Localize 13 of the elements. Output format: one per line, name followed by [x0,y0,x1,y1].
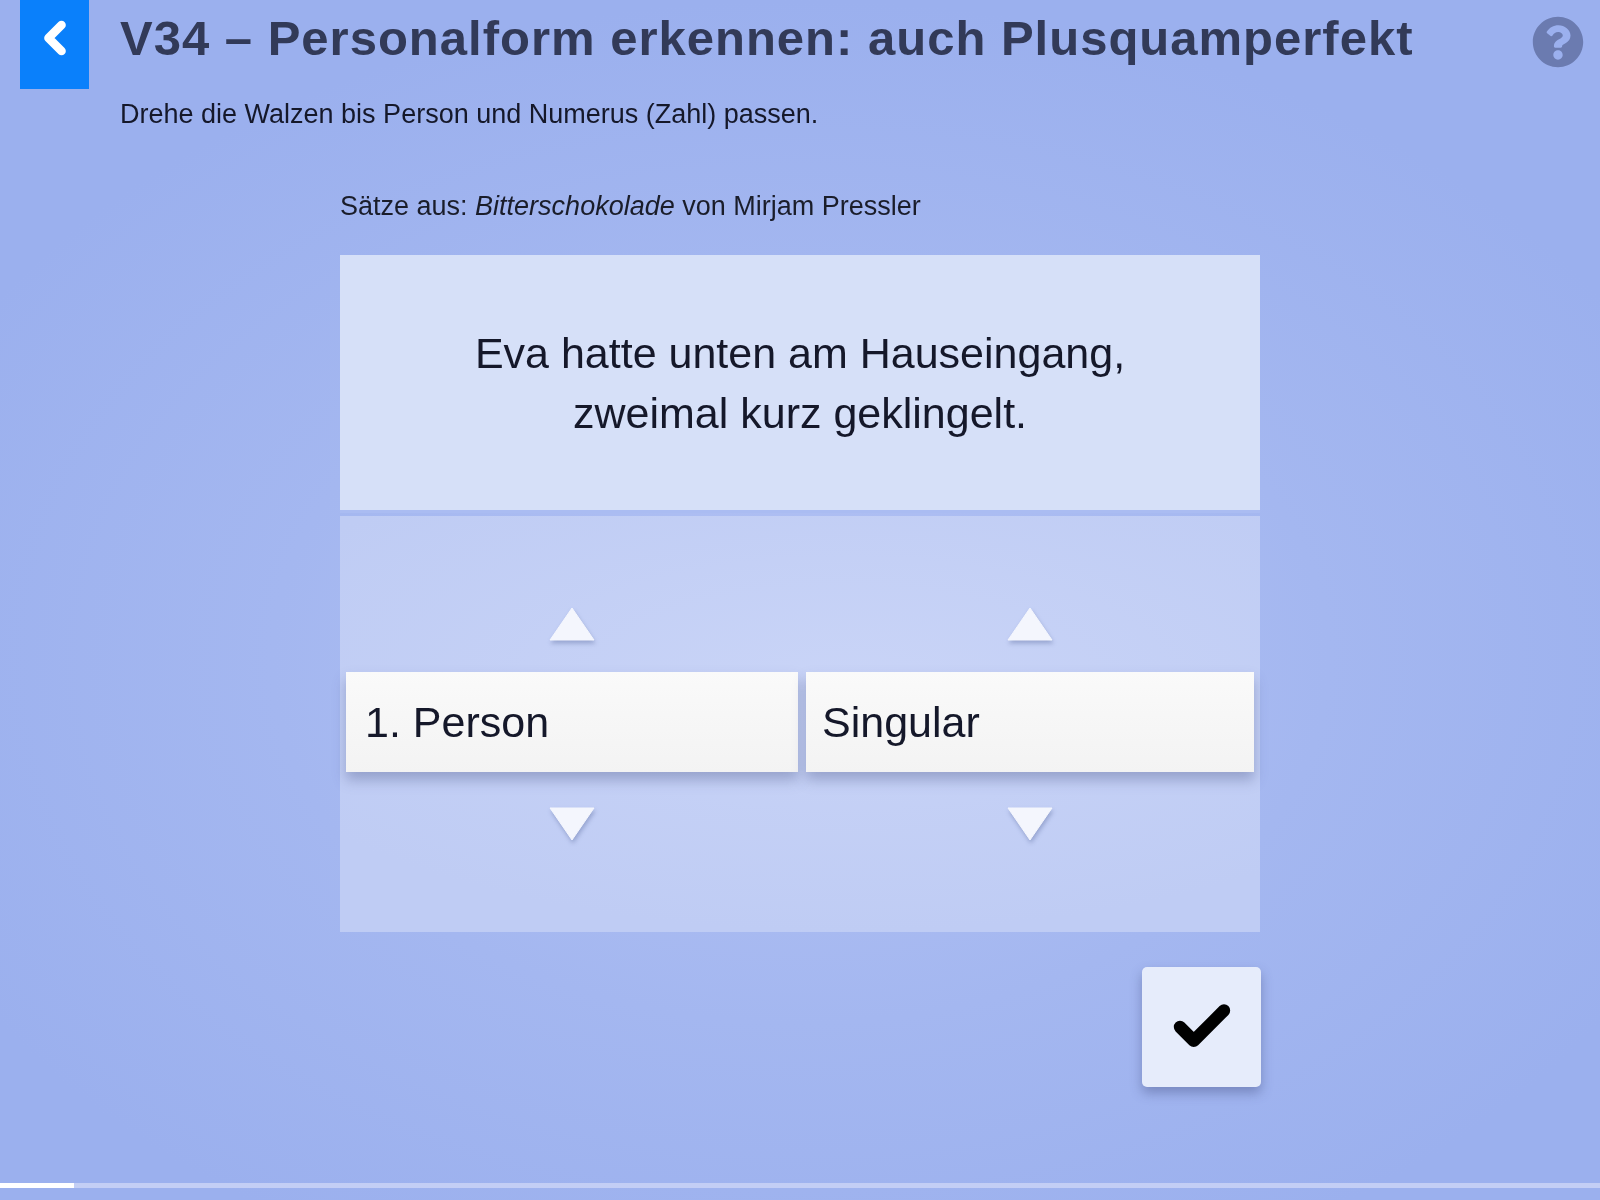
instruction-text: Drehe die Walzen bis Person und Numerus (Zahl) passen. [120,99,819,129]
reel-value[interactable]: 1. Person [346,672,798,772]
up-triangle-icon[interactable] [549,607,595,641]
sentence-text: Eva hatte unten am Hauseingang, zweimal kurz geklingelt. [473,327,1127,439]
back-button[interactable] [20,0,89,89]
down-triangle-icon[interactable] [1007,807,1053,841]
page-title: V34 – Personalform erkennen: auch Plusquamperfekt [120,10,1414,66]
reel-value[interactable]: Singular [806,672,1254,772]
up-triangle-icon[interactable] [1007,607,1053,641]
help-icon[interactable] [1532,16,1584,68]
check-button[interactable] [1142,967,1261,1087]
down-triangle-icon[interactable] [549,807,595,841]
source-text: Sätze aus: Bitterschokolade von Mirjam Pressler [340,191,921,221]
